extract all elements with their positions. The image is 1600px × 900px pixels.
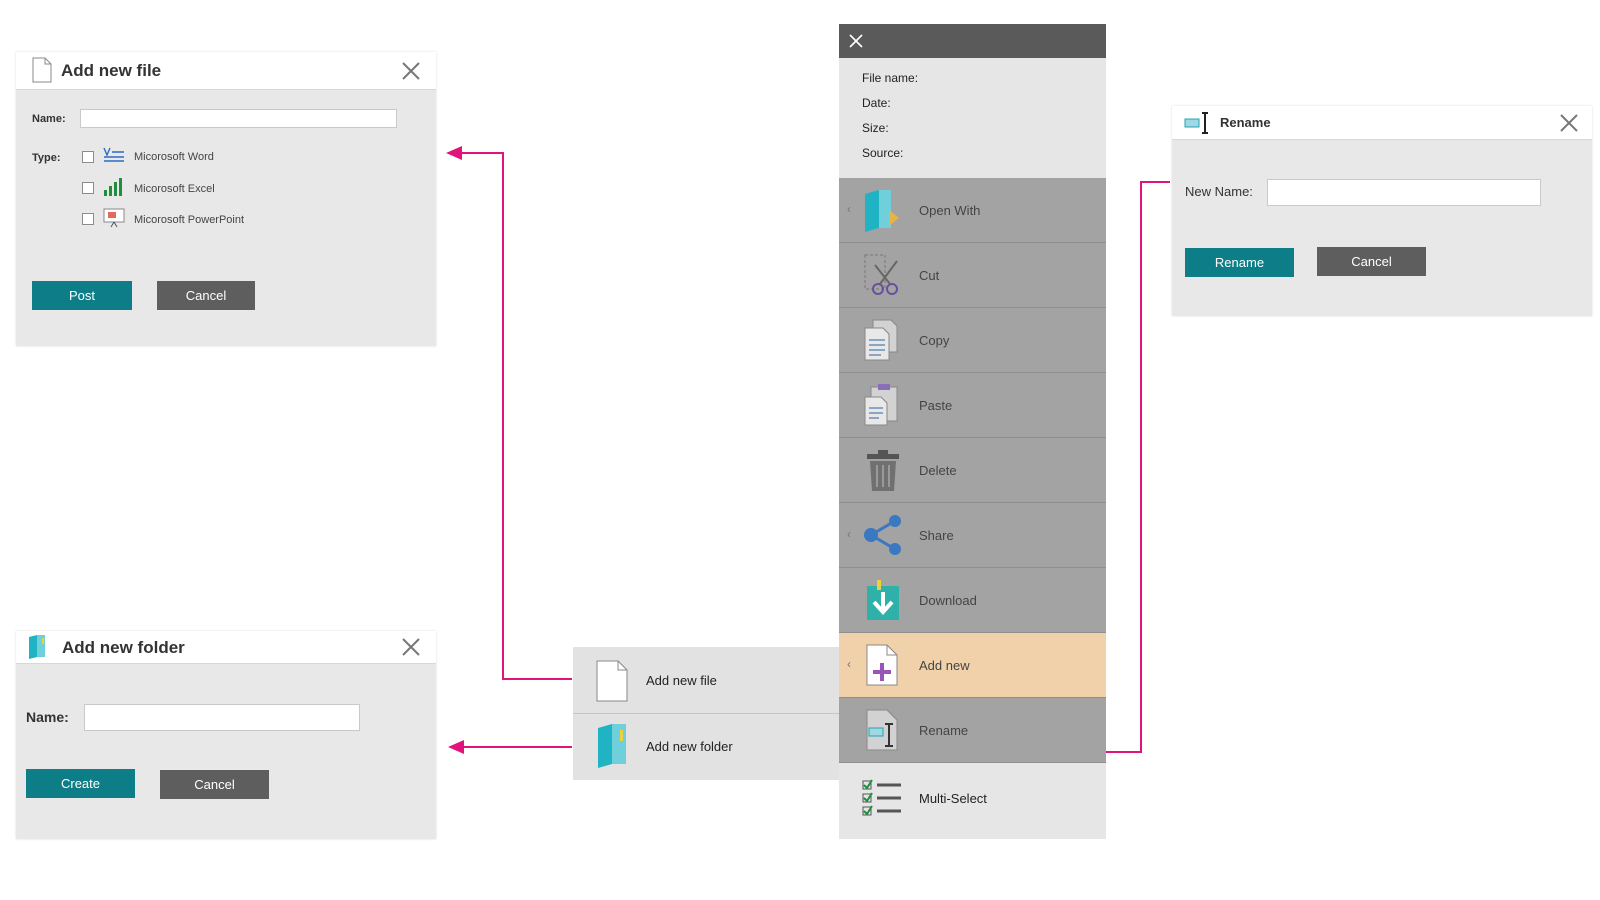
source-label: Source: — [862, 146, 904, 160]
rename-dialog: Rename New Name: Rename Cancel — [1172, 106, 1592, 316]
word-doc-icon — [103, 147, 125, 170]
powerpoint-slide-icon — [103, 208, 125, 233]
menu-item-paste[interactable]: Paste — [839, 373, 1106, 438]
date-label: Date: — [862, 96, 891, 110]
menu-item-label: Rename — [919, 723, 969, 738]
menu-item-multi-select[interactable]: Multi-Select — [839, 763, 1106, 839]
menu-item-label: Paste — [919, 398, 953, 413]
panel-header — [839, 24, 1106, 58]
submenu-item-label: Add new file — [646, 673, 717, 688]
file-icon — [32, 57, 52, 88]
close-icon[interactable] — [1559, 113, 1579, 138]
menu-item-label: Open With — [919, 203, 981, 218]
menu-item-label: Copy — [919, 333, 950, 348]
file-info: File name: Date: Size: Source: — [839, 58, 1106, 178]
share-icon — [861, 513, 905, 557]
word-label: Micorosoft Word — [134, 151, 214, 163]
submenu-item-add-new-file[interactable]: Add new file — [573, 647, 839, 713]
multi-select-icon — [861, 777, 905, 821]
new-name-label: New Name: — [1185, 184, 1253, 199]
add-file-type-label: Type: — [32, 152, 61, 164]
menu-item-label: Share — [919, 528, 954, 543]
menu-item-add-new[interactable]: ‹ Add new — [839, 633, 1106, 698]
create-button[interactable]: Create — [26, 769, 135, 798]
rename-icon — [1184, 111, 1210, 140]
menu-item-cut[interactable]: Cut — [839, 243, 1106, 308]
rename-dialog-header: Rename — [1172, 106, 1592, 140]
scissors-icon — [861, 253, 905, 297]
add-file-dialog-title: Add new file — [61, 61, 162, 80]
folder-icon — [26, 634, 48, 665]
menu-item-share[interactable]: ‹ Share — [839, 503, 1106, 568]
menu-item-rename[interactable]: Rename — [839, 698, 1106, 763]
connector-arrow-add-file — [446, 146, 462, 160]
rename-icon — [861, 708, 905, 752]
close-icon[interactable] — [849, 34, 863, 53]
menu-item-label: Download — [919, 593, 977, 608]
add-folder-dialog-header: Add new folder — [16, 631, 436, 664]
menu-item-delete[interactable]: Delete — [839, 438, 1106, 503]
rename-cancel-button[interactable]: Cancel — [1317, 247, 1426, 276]
connector-rename — [1106, 181, 1170, 753]
menu-item-label: Multi-Select — [919, 791, 987, 806]
size-label: Size: — [862, 121, 889, 135]
paste-icon — [861, 383, 905, 427]
trash-icon — [861, 448, 905, 492]
submenu-item-label: Add new folder — [646, 739, 733, 754]
add-folder-name-label: Name: — [26, 709, 69, 725]
powerpoint-checkbox[interactable] — [82, 213, 94, 225]
rename-button[interactable]: Rename — [1185, 248, 1294, 277]
open-with-icon — [861, 188, 905, 232]
folder-icon — [595, 723, 629, 774]
add-file-name-label: Name: — [32, 113, 66, 125]
file-context-panel: File name: Date: Size: Source: ‹ Open Wi… — [839, 24, 1106, 839]
chevron-left-icon: ‹ — [847, 657, 851, 671]
word-checkbox[interactable] — [82, 151, 94, 163]
excel-chart-icon — [103, 177, 125, 202]
submenu-item-add-new-folder[interactable]: Add new folder — [573, 714, 839, 780]
powerpoint-label: Micorosoft PowerPoint — [134, 214, 245, 226]
copy-icon — [861, 318, 905, 362]
menu-item-label: Add new — [919, 658, 970, 673]
add-file-cancel-button[interactable]: Cancel — [157, 281, 255, 310]
excel-label: Micorosoft Excel — [134, 183, 215, 195]
menu-item-label: Cut — [919, 268, 940, 283]
menu-item-copy[interactable]: Copy — [839, 308, 1106, 373]
add-folder-dialog-title: Add new folder — [62, 638, 185, 657]
add-new-submenu: Add new file Add new folder — [573, 647, 839, 780]
add-folder-dialog: Add new folder Name: Create Cancel — [16, 631, 436, 839]
menu-item-open-with[interactable]: ‹ Open With — [839, 178, 1106, 243]
new-name-input[interactable] — [1267, 179, 1541, 206]
add-file-dialog: Add new file Name: Type: Micorosoft Word… — [16, 52, 436, 346]
rename-dialog-title: Rename — [1220, 115, 1271, 130]
file-icon — [596, 660, 628, 707]
menu-item-label: Delete — [919, 463, 957, 478]
excel-checkbox[interactable] — [82, 182, 94, 194]
file-name-label: File name: — [862, 71, 919, 85]
add-new-icon — [861, 643, 905, 687]
add-folder-cancel-button[interactable]: Cancel — [160, 770, 269, 799]
add-file-dialog-header: Add new file — [16, 52, 436, 90]
menu-item-download[interactable]: Download — [839, 568, 1106, 633]
close-icon[interactable] — [401, 637, 421, 662]
connector-add-file — [458, 152, 572, 680]
download-icon — [861, 578, 905, 622]
chevron-left-icon: ‹ — [847, 527, 851, 541]
close-icon[interactable] — [401, 61, 421, 86]
connector-arrow-add-folder — [448, 740, 464, 754]
add-folder-name-input[interactable] — [84, 704, 360, 731]
chevron-left-icon: ‹ — [847, 202, 851, 216]
post-button[interactable]: Post — [32, 281, 132, 310]
add-file-name-input[interactable] — [80, 109, 397, 128]
